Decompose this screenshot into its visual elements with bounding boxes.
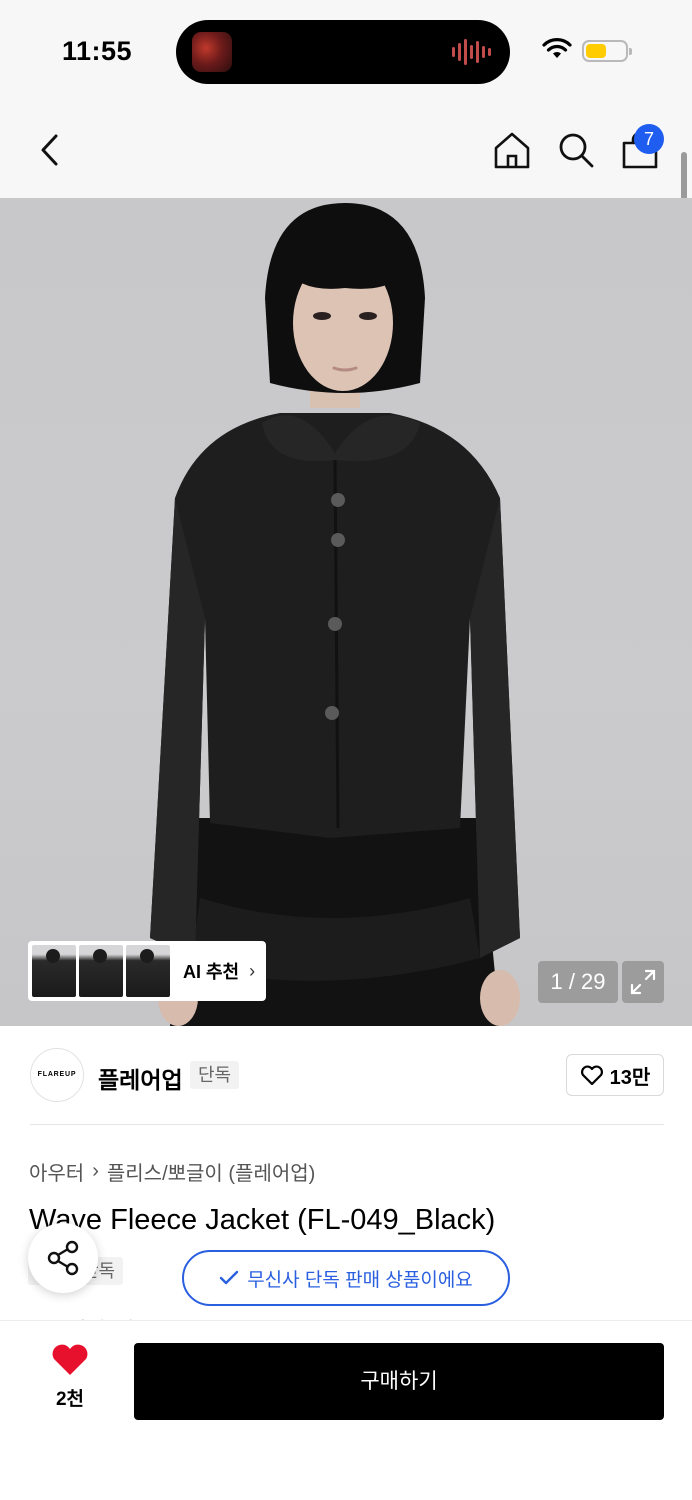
now-playing-artwork bbox=[192, 32, 232, 72]
brand-logo[interactable]: FLAREUP bbox=[30, 1048, 84, 1102]
product-photo bbox=[150, 203, 520, 1026]
status-bar: 11:55 bbox=[0, 0, 692, 104]
brand-like-count: 13만 bbox=[609, 1066, 651, 1089]
heart-filled-icon bbox=[52, 1344, 88, 1375]
share-button[interactable] bbox=[28, 1223, 98, 1293]
product-image-carousel[interactable]: AI 추천 › 1 / 29 bbox=[0, 198, 692, 1026]
status-time: 11:55 bbox=[62, 36, 133, 66]
wishlist-button[interactable]: 2천 bbox=[42, 1343, 98, 1411]
home-icon[interactable] bbox=[492, 130, 532, 170]
dynamic-island[interactable] bbox=[176, 20, 510, 84]
ai-recommend-button[interactable]: AI 추천 › bbox=[28, 941, 266, 1001]
wishlist-count: 2천 bbox=[55, 1389, 85, 1410]
divider bbox=[30, 1124, 664, 1125]
bottom-action-bar: 2천 구매하기 bbox=[0, 1320, 692, 1500]
buy-button[interactable]: 구매하기 bbox=[134, 1343, 664, 1420]
search-icon[interactable] bbox=[556, 130, 596, 170]
cart-count-badge: 7 bbox=[634, 124, 664, 154]
share-icon bbox=[47, 1240, 79, 1276]
back-arrow-icon[interactable] bbox=[36, 132, 64, 168]
image-page-counter: 1 / 29 bbox=[538, 961, 618, 1003]
breadcrumb-subcategory[interactable]: 플리스/뽀글이 (플레어업) bbox=[107, 1157, 315, 1186]
ai-recommend-thumbnail bbox=[126, 945, 170, 997]
heart-outline-icon bbox=[580, 1065, 603, 1086]
chevron-right-icon: › bbox=[92, 1160, 99, 1182]
breadcrumb: 아우터 › 플리스/뽀글이 (플레어업) bbox=[29, 1157, 315, 1186]
checkmark-icon bbox=[219, 1270, 239, 1285]
expand-image-button[interactable] bbox=[622, 961, 664, 1003]
exclusive-sale-badge[interactable]: 무신사 단독 판매 상품이에요 bbox=[182, 1250, 510, 1306]
audio-waveform-icon bbox=[452, 38, 492, 66]
ai-recommend-thumbnail bbox=[79, 945, 123, 997]
product-title: Wave Fleece Jacket (FL-049_Black) bbox=[29, 1204, 496, 1236]
top-nav-bar bbox=[0, 104, 692, 198]
ai-recommend-thumbnail bbox=[32, 945, 76, 997]
wifi-icon bbox=[542, 38, 572, 58]
ai-recommend-label: AI 추천 bbox=[183, 962, 240, 982]
brand-like-button[interactable]: 13만 bbox=[566, 1054, 664, 1096]
brand-name[interactable]: 플레어업 bbox=[98, 1061, 183, 1095]
exclusive-sale-text: 무신사 단독 판매 상품이에요 bbox=[247, 1269, 473, 1291]
battery-icon bbox=[582, 40, 632, 62]
breadcrumb-category[interactable]: 아우터 bbox=[29, 1157, 84, 1186]
expand-icon bbox=[630, 969, 656, 995]
brand-exclusive-tag: 단독 bbox=[190, 1061, 240, 1089]
chevron-right-icon: › bbox=[249, 960, 256, 981]
